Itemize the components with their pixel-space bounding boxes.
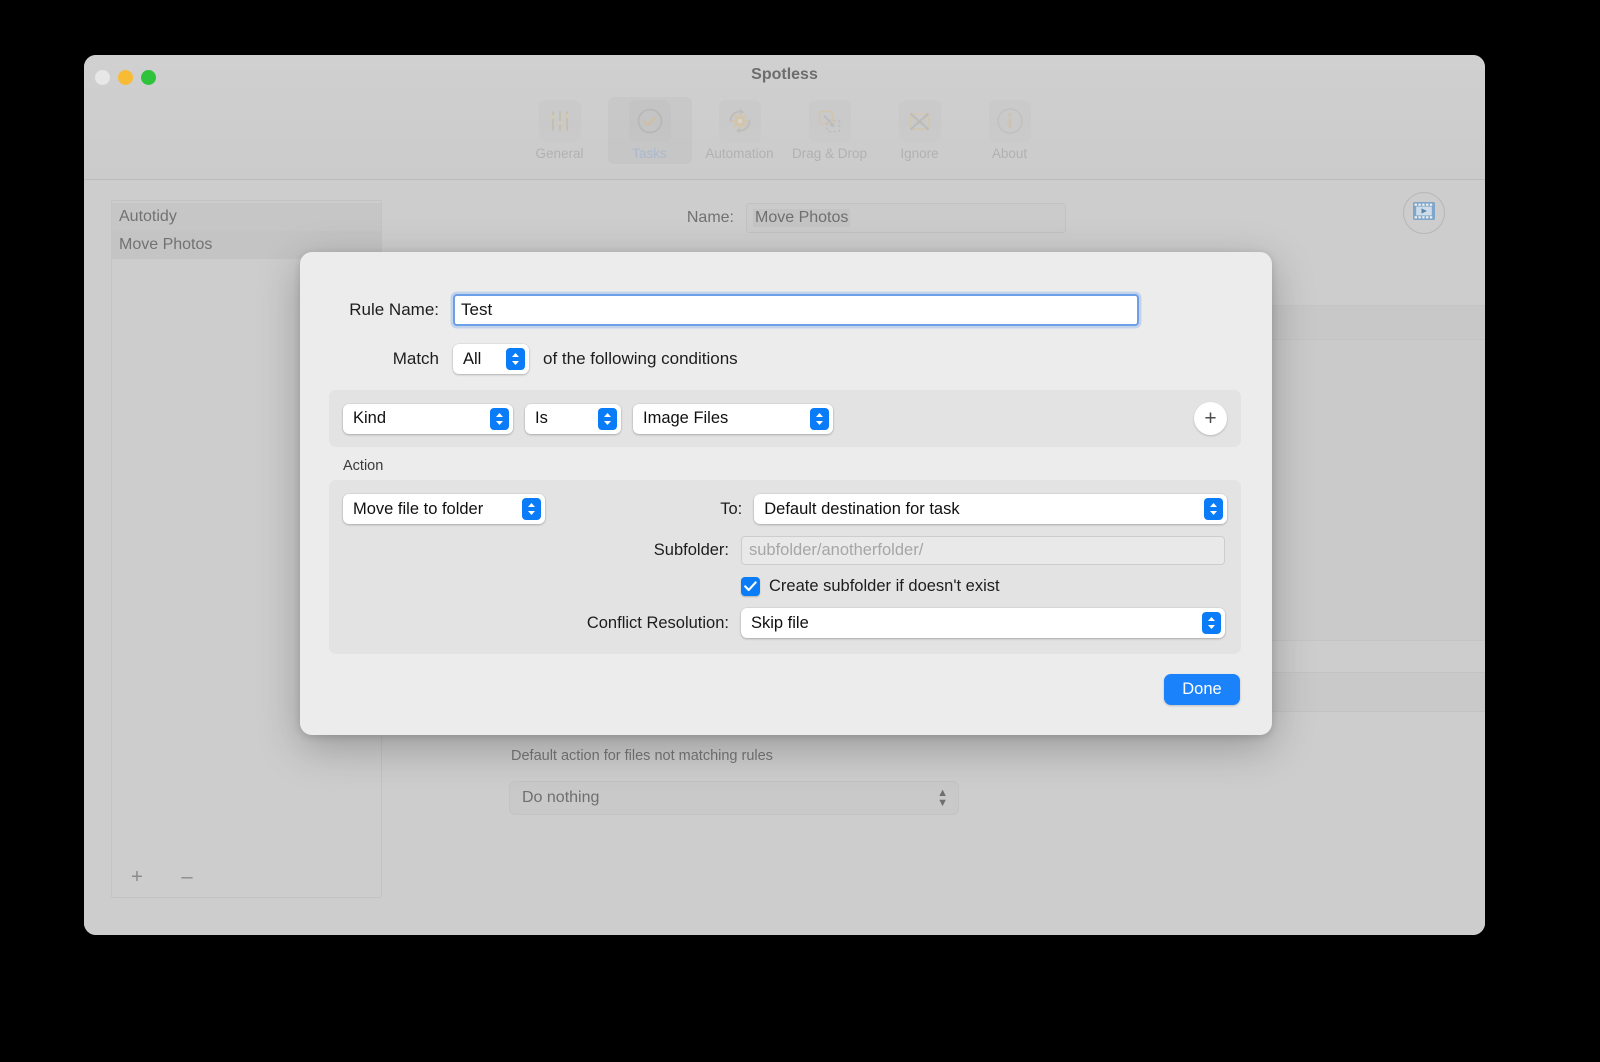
tab-automation-label: Automation: [705, 146, 773, 161]
subfolder-input[interactable]: subfolder/anotherfolder/: [741, 536, 1225, 565]
done-button[interactable]: Done: [1164, 674, 1240, 705]
conflict-resolution-label: Conflict Resolution:: [343, 614, 729, 633]
condition-attribute-popup[interactable]: Kind: [343, 404, 513, 434]
task-name-row: Name: Move Photos: [396, 203, 1462, 233]
tab-about[interactable]: About: [968, 97, 1052, 164]
tab-tasks-label: Tasks: [632, 146, 667, 161]
destination-value: Default destination for task: [764, 500, 959, 519]
match-label: Match: [327, 349, 439, 369]
drag-drop-icon: [809, 100, 851, 142]
tab-about-label: About: [992, 146, 1027, 161]
stepper-icon: [810, 408, 829, 430]
info-icon: [989, 100, 1031, 142]
action-type-row: Move file to folder To: Default destinat…: [343, 494, 1227, 524]
run-task-button[interactable]: [1403, 192, 1445, 234]
create-subfolder-checkbox-group[interactable]: Create subfolder if doesn't exist: [741, 577, 1000, 596]
tab-tasks[interactable]: Tasks: [608, 97, 692, 164]
stepper-icon: [506, 348, 525, 370]
task-name-input[interactable]: Move Photos: [746, 203, 1066, 233]
destination-label: To:: [567, 500, 742, 519]
condition-attribute-value: Kind: [353, 409, 386, 428]
sidebar-item-label: Autotidy: [119, 208, 177, 226]
create-subfolder-label: Create subfolder if doesn't exist: [769, 577, 1000, 596]
condition-operator-popup[interactable]: Is: [525, 404, 621, 434]
match-type-popup[interactable]: All: [453, 344, 529, 374]
rule-name-input[interactable]: Test: [453, 294, 1139, 326]
plus-icon: +: [1204, 408, 1216, 429]
run-task-icon: [1412, 201, 1436, 226]
condition-operator-value: Is: [535, 409, 548, 428]
stepper-icon: [1204, 498, 1223, 520]
default-action-popup[interactable]: Do nothing ▲▼: [509, 781, 959, 815]
stepper-icon: [522, 498, 541, 520]
checkmark-icon: [744, 581, 757, 592]
chevron-updown-icon: ▲▼: [937, 788, 948, 808]
default-action-value: Do nothing: [522, 789, 599, 807]
tab-ignore[interactable]: Ignore: [878, 97, 962, 164]
done-button-label: Done: [1182, 680, 1221, 699]
create-subfolder-checkbox[interactable]: [741, 577, 760, 596]
rule-name-value: Test: [461, 300, 492, 320]
titlebar: Spotless: [84, 55, 1485, 180]
tab-drag-drop-label: Drag & Drop: [792, 146, 867, 161]
rule-name-label: Rule Name:: [327, 300, 439, 320]
condition-value-popup[interactable]: Image Files: [633, 404, 833, 434]
remove-task-button[interactable]: –: [176, 866, 198, 888]
gear-refresh-icon: [719, 100, 761, 142]
conditions-group: Kind Is Image Files +: [329, 390, 1241, 447]
default-action-caption: Default action for files not matching ru…: [511, 748, 773, 764]
task-name-value: Move Photos: [753, 209, 850, 227]
match-row: Match All of the following conditions: [327, 344, 1240, 374]
edit-rule-sheet: Rule Name: Test Match All of the followi…: [300, 252, 1272, 735]
action-type-value: Move file to folder: [353, 500, 483, 519]
destination-popup[interactable]: Default destination for task: [754, 494, 1227, 524]
plus-icon: +: [131, 867, 143, 887]
action-group: Move file to folder To: Default destinat…: [329, 480, 1241, 654]
subfolder-placeholder: subfolder/anotherfolder/: [749, 541, 923, 560]
add-task-button[interactable]: +: [126, 866, 148, 888]
subfolder-row: Subfolder: subfolder/anotherfolder/: [343, 536, 1227, 565]
tab-drag-drop[interactable]: Drag & Drop: [788, 97, 872, 164]
conflict-resolution-row: Conflict Resolution: Skip file: [343, 608, 1227, 638]
match-suffix-label: of the following conditions: [543, 349, 738, 369]
rule-name-row: Rule Name: Test: [327, 294, 1240, 326]
task-list: Autotidy Move Photos: [112, 201, 381, 259]
tab-general-label: General: [535, 146, 583, 161]
stepper-icon: [598, 408, 617, 430]
add-condition-button[interactable]: +: [1194, 402, 1227, 435]
subfolder-label: Subfolder:: [343, 541, 729, 560]
tab-automation[interactable]: Automation: [698, 97, 782, 164]
tab-ignore-label: Ignore: [900, 146, 938, 161]
minus-icon: –: [181, 867, 192, 887]
tab-general[interactable]: General: [518, 97, 602, 164]
sidebar-footer: + –: [112, 857, 381, 897]
stepper-icon: [490, 408, 509, 430]
sidebar-item-autotidy[interactable]: Autotidy: [112, 203, 381, 231]
ignore-icon: [899, 100, 941, 142]
stepper-icon: [1202, 612, 1221, 634]
sliders-icon: [539, 100, 581, 142]
conflict-resolution-value: Skip file: [751, 614, 809, 633]
conflict-resolution-popup[interactable]: Skip file: [741, 608, 1225, 638]
task-name-label: Name:: [396, 209, 734, 227]
match-type-value: All: [463, 350, 481, 369]
condition-value-text: Image Files: [643, 409, 728, 428]
window-title: Spotless: [84, 66, 1485, 84]
checkmark-circle-icon: [629, 100, 671, 142]
create-subfolder-row: Create subfolder if doesn't exist: [343, 577, 1227, 596]
action-caption: Action: [343, 458, 1240, 474]
preferences-toolbar: General Tasks: [84, 97, 1485, 164]
action-type-popup[interactable]: Move file to folder: [343, 494, 545, 524]
sidebar-item-label: Move Photos: [119, 236, 212, 254]
